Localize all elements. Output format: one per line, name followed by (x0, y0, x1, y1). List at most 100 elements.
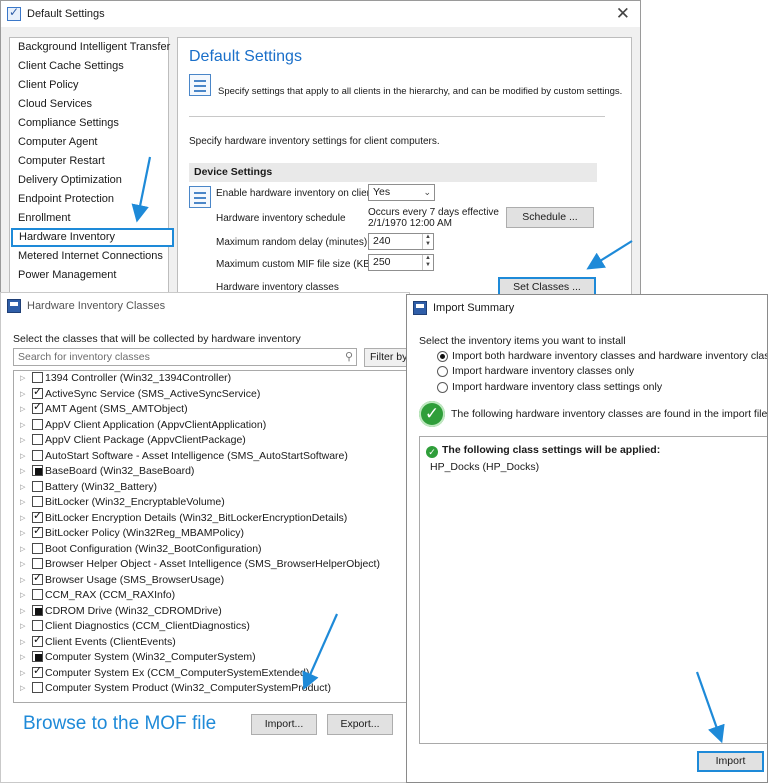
class-checkbox[interactable] (32, 571, 43, 586)
close-icon[interactable]: ✕ (616, 4, 630, 24)
expand-arrow-icon[interactable]: ▷ (20, 681, 32, 697)
class-row[interactable]: ▷ AMT Agent (SMS_AMTObject) (14, 400, 409, 418)
class-row[interactable]: ▷ CDROM Drive (Win32_CDROMDrive) (14, 604, 409, 620)
expand-arrow-icon[interactable]: ▷ (20, 635, 32, 651)
nav-item-delivery-optimization[interactable]: Delivery Optimization (10, 171, 168, 190)
class-checkbox[interactable] (32, 620, 43, 631)
class-row[interactable]: ▷ Computer System Product (Win32_Computer… (14, 681, 409, 697)
hardware-inventory-description: Specify hardware inventory settings for … (189, 136, 440, 147)
radio-import-both[interactable] (437, 351, 448, 362)
expand-arrow-icon[interactable]: ▷ (20, 449, 32, 465)
class-checkbox[interactable] (32, 449, 43, 461)
class-label: BitLocker (Win32_EncryptableVolume) (45, 496, 225, 508)
class-checkbox[interactable] (32, 480, 43, 492)
class-row[interactable]: ▷ CCM_RAX (CCM_RAXInfo) (14, 588, 409, 604)
class-checkbox[interactable] (32, 542, 43, 554)
expand-arrow-icon[interactable]: ▷ (20, 650, 32, 666)
expand-arrow-icon[interactable]: ▷ (20, 526, 32, 542)
class-row[interactable]: ▷ BitLocker (Win32_EncryptableVolume) (14, 495, 409, 511)
radio-settings-only[interactable] (437, 382, 448, 393)
expand-arrow-icon[interactable]: ▷ (20, 557, 32, 573)
random-delay-stepper[interactable]: 240 ▲ ▼ (368, 233, 434, 250)
nav-item-power-management[interactable]: Power Management (10, 266, 168, 285)
class-row[interactable]: ▷ BitLocker Policy (Win32Reg_MBAMPolicy) (14, 524, 409, 542)
class-row[interactable]: ▷ ActiveSync Service (SMS_ActiveSyncServi… (14, 385, 409, 403)
filter-button[interactable]: Filter by c (364, 348, 409, 367)
class-row[interactable]: ▷ Battery (Win32_Battery) (14, 480, 409, 496)
class-checkbox[interactable] (32, 682, 43, 693)
applied-header-text: The following class settings will be app… (442, 444, 661, 456)
class-checkbox[interactable] (32, 434, 43, 445)
class-label: AutoStart Software - Asset Intelligence … (45, 449, 348, 462)
expand-arrow-icon[interactable]: ▷ (20, 619, 32, 635)
expand-arrow-icon[interactable]: ▷ (20, 573, 32, 589)
class-row[interactable]: ▷ 1394 Controller (Win32_1394Controller) (14, 371, 409, 387)
spin-arrows-icon[interactable]: ▲ ▼ (422, 234, 433, 249)
nav-item-computer-restart[interactable]: Computer Restart (10, 152, 168, 171)
enable-inventory-select[interactable]: Yes ⌄ (368, 184, 435, 201)
class-row[interactable]: ▷ AppV Client Application (AppvClientAppl… (14, 418, 409, 434)
nav-item-endpoint-protection[interactable]: Endpoint Protection (10, 190, 168, 209)
expand-arrow-icon[interactable]: ▷ (20, 464, 32, 480)
class-row[interactable]: ▷ AppV Client Package (AppvClientPackage) (14, 433, 409, 449)
radio-classes-only[interactable] (437, 366, 448, 377)
classes-instruction: Select the classes that will be collecte… (13, 333, 301, 345)
expand-arrow-icon[interactable]: ▷ (20, 402, 32, 418)
expand-arrow-icon[interactable]: ▷ (20, 588, 32, 604)
class-row[interactable]: ▷ Computer System Ex (CCM_ComputerSystemE… (14, 664, 409, 682)
nav-item-cloud-services[interactable]: Cloud Services (10, 95, 168, 114)
expand-arrow-icon[interactable]: ▷ (20, 604, 32, 620)
class-row[interactable]: ▷ BaseBoard (Win32_BaseBoard) (14, 464, 409, 480)
class-checkbox[interactable] (32, 664, 43, 679)
expand-arrow-icon[interactable]: ▷ (20, 511, 32, 527)
expand-arrow-icon[interactable]: ▷ (20, 542, 32, 558)
nav-item-metered-internet-connections[interactable]: Metered Internet Connections (10, 247, 168, 266)
import-mof-button[interactable]: Import... (251, 714, 317, 735)
nav-item-compliance-settings[interactable]: Compliance Settings (10, 114, 168, 133)
nav-item-computer-agent[interactable]: Computer Agent (10, 133, 168, 152)
class-row[interactable]: ▷ Browser Usage (SMS_BrowserUsage) (14, 571, 409, 589)
class-checkbox[interactable] (32, 372, 43, 383)
import-summary-titlebar: Import Summary (407, 295, 767, 321)
nav-item-enrollment[interactable]: Enrollment (10, 209, 168, 228)
mif-size-stepper[interactable]: 250 ▲ ▼ (368, 254, 434, 271)
class-checkbox[interactable] (32, 465, 43, 476)
class-checkbox[interactable] (32, 385, 43, 400)
expand-arrow-icon[interactable]: ▷ (20, 371, 32, 387)
class-checkbox[interactable] (32, 524, 43, 540)
import-button[interactable]: Import (697, 751, 764, 772)
expand-arrow-icon[interactable]: ▷ (20, 480, 32, 496)
chevron-down-icon: ⌄ (423, 187, 431, 197)
class-row[interactable]: ▷ Client Diagnostics (CCM_ClientDiagnosti… (14, 619, 409, 635)
class-row[interactable]: ▷ AutoStart Software - Asset Intelligence… (14, 449, 409, 465)
class-search-input[interactable]: Search for inventory classes ⚲ (13, 348, 357, 366)
class-checkbox[interactable] (32, 418, 43, 430)
class-checkbox[interactable] (32, 604, 43, 616)
expand-arrow-icon[interactable]: ▷ (20, 433, 32, 449)
class-label: Computer System Product (Win32_ComputerS… (45, 682, 331, 694)
class-checkbox[interactable] (32, 651, 43, 662)
expand-arrow-icon[interactable]: ▷ (20, 666, 32, 682)
class-checkbox[interactable] (32, 496, 43, 507)
class-row[interactable]: ▷ Boot Configuration (Win32_BootConfigura… (14, 542, 409, 558)
export-button[interactable]: Export... (327, 714, 393, 735)
nav-item-background-intelligent-transfer[interactable]: Background Intelligent Transfer (10, 38, 170, 57)
class-checkbox[interactable] (32, 509, 43, 524)
class-checkbox[interactable] (32, 589, 43, 600)
class-row[interactable]: ▷ Browser Helper Object - Asset Intellige… (14, 557, 409, 573)
class-row[interactable]: ▷ Computer System (Win32_ComputerSystem) (14, 650, 409, 666)
class-row[interactable]: ▷ BitLocker Encryption Details (Win32_Bit… (14, 509, 409, 527)
config-manager-icon (7, 299, 21, 313)
class-checkbox[interactable] (32, 633, 43, 648)
nav-item-hardware-inventory[interactable]: Hardware Inventory (11, 228, 174, 247)
schedule-button[interactable]: Schedule ... (506, 207, 594, 228)
spin-arrows-icon[interactable]: ▲ ▼ (422, 255, 433, 270)
class-checkbox[interactable] (32, 400, 43, 416)
class-checkbox[interactable] (32, 558, 43, 569)
nav-item-client-cache-settings[interactable]: Client Cache Settings (10, 57, 168, 76)
class-row[interactable]: ▷ Client Events (ClientEvents) (14, 633, 409, 651)
expand-arrow-icon[interactable]: ▷ (20, 387, 32, 403)
nav-item-client-policy[interactable]: Client Policy (10, 76, 168, 95)
expand-arrow-icon[interactable]: ▷ (20, 418, 32, 434)
expand-arrow-icon[interactable]: ▷ (20, 495, 32, 511)
